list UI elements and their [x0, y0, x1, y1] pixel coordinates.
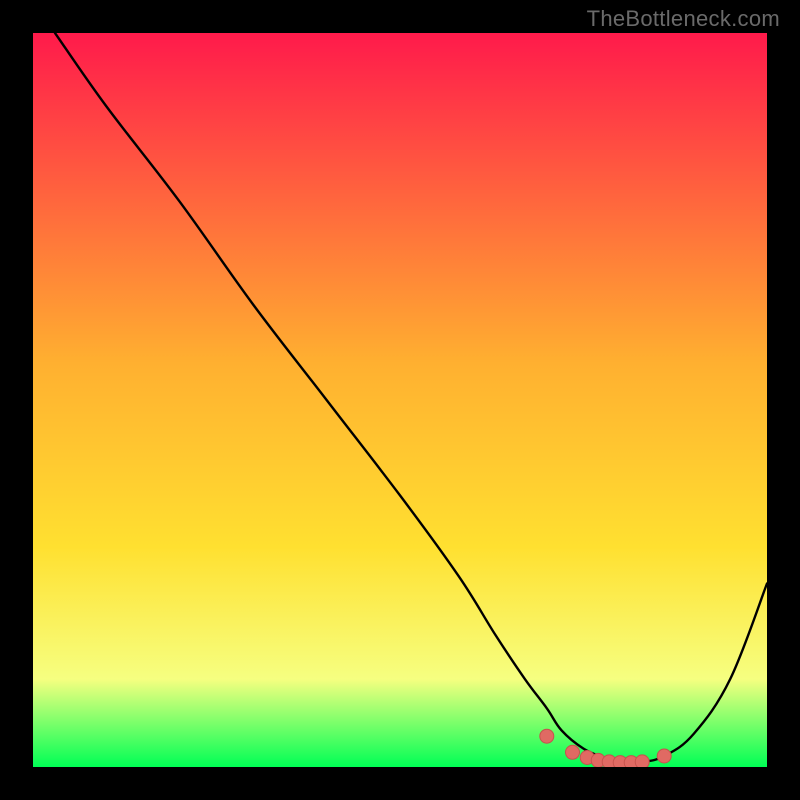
bottleneck-chart	[33, 33, 767, 767]
optimal-marker	[657, 749, 671, 763]
gradient-background	[33, 33, 767, 767]
optimal-marker	[540, 729, 554, 743]
optimal-marker	[566, 745, 580, 759]
chart-frame: TheBottleneck.com	[0, 0, 800, 800]
optimal-marker	[635, 755, 649, 767]
watermark-text: TheBottleneck.com	[587, 6, 780, 32]
